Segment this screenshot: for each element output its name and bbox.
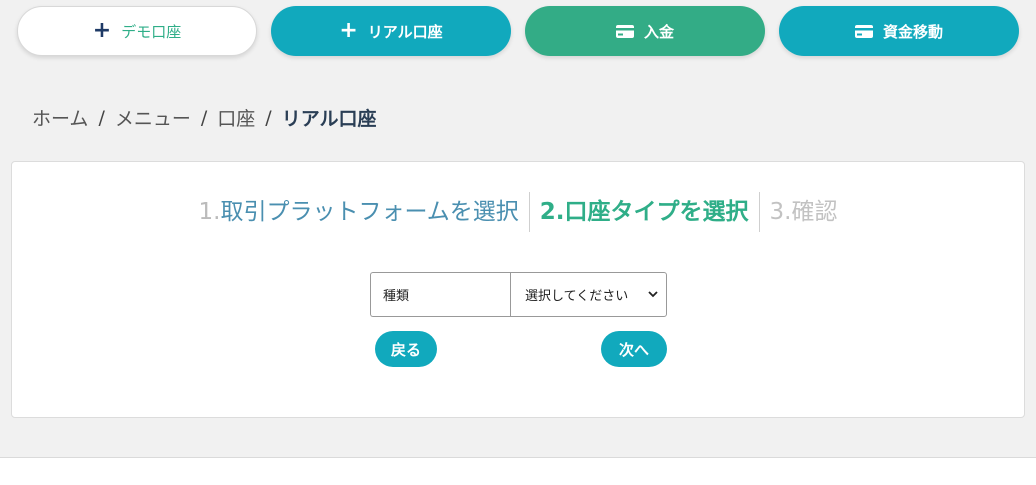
step-number: 2. bbox=[539, 199, 565, 225]
fund-transfer-button[interactable]: 資金移動 bbox=[779, 6, 1019, 56]
breadcrumb-menu[interactable]: メニュー bbox=[115, 104, 191, 131]
account-type-select[interactable]: 選択してください bbox=[510, 272, 667, 317]
account-type-row: 種類 選択してください bbox=[370, 272, 667, 317]
plus-icon: + bbox=[339, 18, 358, 43]
real-account-label: リアル口座 bbox=[367, 22, 443, 41]
step-label: 取引プラットフォームを選択 bbox=[220, 199, 519, 225]
plus-icon: + bbox=[92, 18, 112, 43]
step-select-platform: 1.取引プラットフォームを選択 bbox=[189, 192, 529, 232]
step-label: 口座タイプを選択 bbox=[564, 199, 749, 225]
breadcrumb-home[interactable]: ホーム bbox=[32, 104, 88, 131]
step-select-account-type: 2.口座タイプを選択 bbox=[530, 192, 759, 232]
step-label: 確認 bbox=[791, 199, 838, 225]
breadcrumb-current: リアル口座 bbox=[281, 108, 377, 130]
credit-card-icon bbox=[854, 24, 873, 38]
chevron-down-icon bbox=[648, 288, 658, 301]
deposit-button[interactable]: 入金 bbox=[525, 6, 765, 56]
breadcrumb-separator: / bbox=[265, 106, 272, 129]
step-confirm: 3.確認 bbox=[760, 192, 848, 232]
step-indicator: 1.取引プラットフォームを選択 2.口座タイプを選択 3.確認 bbox=[12, 192, 1024, 232]
deposit-label: 入金 bbox=[643, 22, 674, 41]
step-number: 3. bbox=[769, 199, 792, 225]
demo-account-label: デモ口座 bbox=[121, 22, 182, 41]
fund-transfer-label: 資金移動 bbox=[882, 22, 943, 41]
account-type-selected-value: 選択してください bbox=[525, 289, 629, 304]
breadcrumb-separator: / bbox=[98, 106, 105, 129]
account-setup-panel: 1.取引プラットフォームを選択 2.口座タイプを選択 3.確認 種類 選択してく… bbox=[11, 161, 1025, 418]
demo-account-button[interactable]: + デモ口座 bbox=[17, 6, 257, 56]
footer bbox=[0, 457, 1036, 485]
breadcrumb: ホーム / メニュー / 口座 / リアル口座 bbox=[32, 104, 377, 131]
real-account-button[interactable]: + リアル口座 bbox=[271, 6, 511, 56]
back-button[interactable]: 戻る bbox=[375, 331, 437, 367]
credit-card-icon bbox=[615, 24, 634, 38]
breadcrumb-account[interactable]: 口座 bbox=[217, 104, 255, 131]
breadcrumb-separator: / bbox=[200, 106, 208, 129]
step-number: 1. bbox=[198, 199, 221, 225]
account-type-label: 種類 bbox=[370, 272, 510, 317]
next-button[interactable]: 次へ bbox=[601, 331, 667, 367]
top-action-bar: + デモ口座 + リアル口座 入金 資金移動 bbox=[17, 6, 1019, 56]
